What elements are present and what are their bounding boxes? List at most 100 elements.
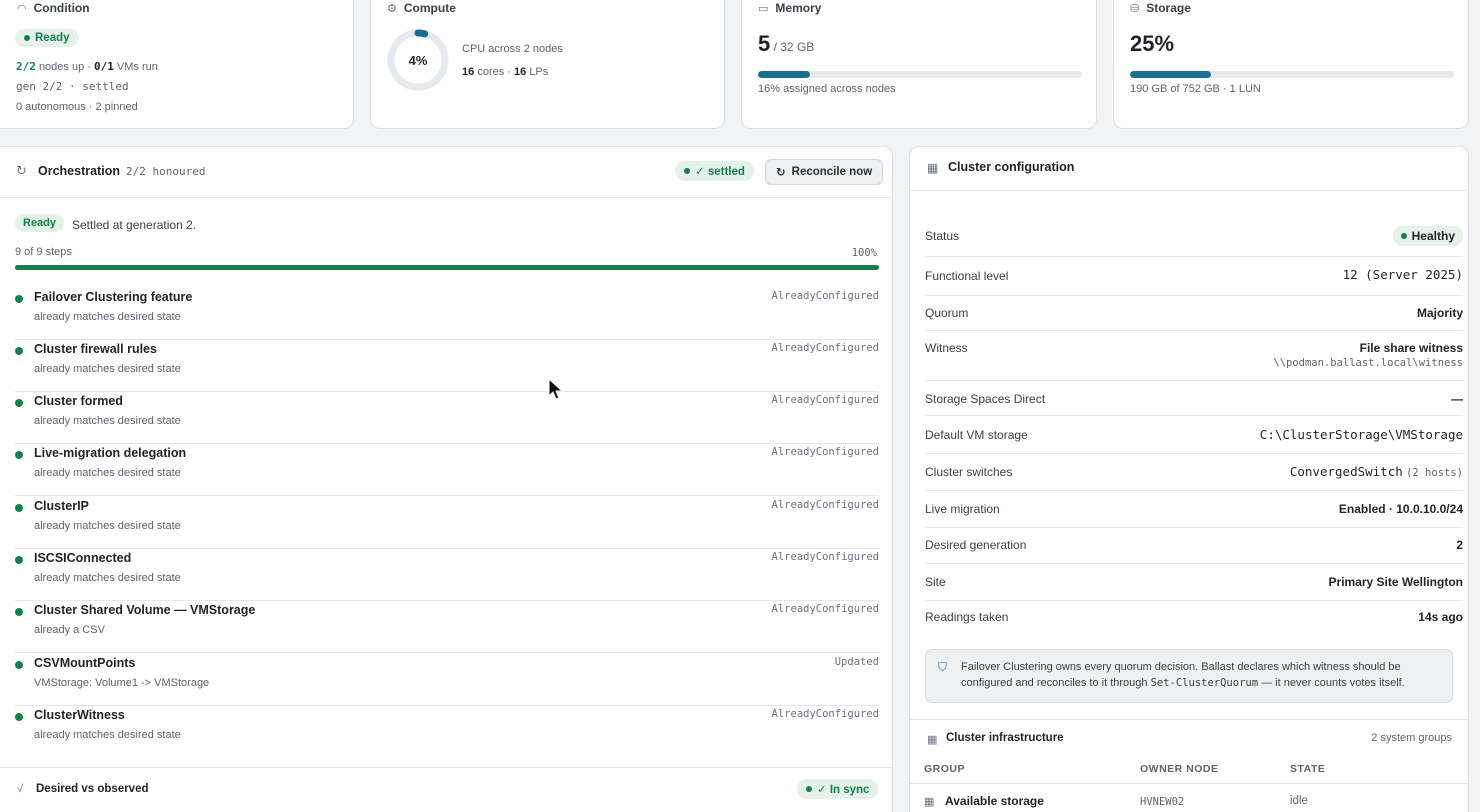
- switch-name: ConvergedSwitch: [1289, 464, 1403, 479]
- condition-card: ◠ Condition Ready 2/2 nodes up · 0/1 VMs…: [0, 0, 354, 129]
- database-icon: ⛁: [1130, 2, 1140, 15]
- shield-icon: ⛉: [938, 660, 948, 674]
- s2d-row: Storage Spaces Direct —: [925, 392, 1463, 416]
- step-status-dot-icon: [15, 661, 23, 669]
- storage-card: ⛁ Storage 25% 190 GB of 752 GB · 1 LUN: [1113, 0, 1469, 129]
- step-status-dot-icon: [15, 295, 23, 303]
- infra-table-header: GROUP OWNER NODE STATE: [910, 752, 1468, 784]
- default-vm-storage-row: Default VM storage C:\ClusterStorage\VMS…: [925, 427, 1463, 454]
- list-item[interactable]: ClusterIP already matches desired state Al…: [15, 497, 879, 549]
- step-status: AlreadyConfigured: [771, 342, 879, 354]
- reconcile-now-button[interactable]: ↻ Reconcile now: [765, 159, 884, 185]
- orchestration-title: Orchestration: [38, 164, 120, 178]
- live-migration-label: Live migration: [925, 502, 1000, 516]
- table-row[interactable]: ▦ Available storage HVNEW02 idle: [910, 784, 1468, 812]
- step-status: AlreadyConfigured: [771, 394, 879, 406]
- health-dot-icon: [1400, 233, 1407, 239]
- condition-title: Condition: [33, 1, 90, 15]
- step-description: VMStorage: Volume1 -> VMStorage: [34, 677, 210, 689]
- step-title: Cluster Shared Volume — VMStorage: [34, 603, 256, 617]
- switch-hosts: (2 hosts): [1406, 467, 1463, 479]
- step-title: CSVMountPoints: [34, 656, 136, 670]
- step-description: already matches desired state: [34, 729, 181, 741]
- functional-level-row: Functional level 12 (Server 2025): [925, 267, 1463, 296]
- ready-badge: Ready: [15, 214, 65, 232]
- cores-line: 16 cores · 16 LPs: [462, 66, 548, 78]
- list-item[interactable]: Cluster Shared Volume — VMStorage already…: [15, 601, 879, 653]
- cpu-percent-label: 4%: [409, 53, 428, 68]
- memory-value: 5: [758, 31, 771, 56]
- settled-badge: ✓ settled: [675, 161, 754, 181]
- witness-value: File share witness: [1359, 341, 1463, 355]
- list-item[interactable]: CSVMountPoints VMStorage: Volume1 -> VMSt…: [15, 654, 879, 706]
- step-status: AlreadyConfigured: [771, 499, 879, 511]
- cluster-infrastructure-title: Cluster infrastructure: [946, 732, 1064, 744]
- cluster-switches-label: Cluster switches: [925, 465, 1013, 479]
- step-title: Cluster formed: [34, 394, 123, 408]
- in-sync-dot-icon: [806, 786, 812, 792]
- list-item[interactable]: ISCSIConnected already matches desired st…: [15, 549, 879, 601]
- settled-text: Settled at generation: [72, 218, 183, 232]
- mouse-cursor-icon: [548, 378, 564, 400]
- list-item[interactable]: Failover Clustering feature already match…: [15, 288, 879, 340]
- site-label: Site: [925, 575, 946, 589]
- witness-row: Witness File share witness \\podman.ball…: [925, 341, 1463, 381]
- reconcile-icon: ↻: [776, 167, 786, 179]
- storage-bar: [1130, 71, 1454, 78]
- condition-status-text: Ready: [35, 32, 70, 44]
- quorum-info-note: ⛉ Failover Clustering owns every quorum …: [925, 649, 1453, 703]
- step-status: AlreadyConfigured: [771, 708, 879, 720]
- memory-bar-fill: [758, 71, 810, 78]
- desired-vs-observed-title: Desired vs observed: [36, 783, 149, 795]
- compute-title: Compute: [403, 1, 456, 15]
- cpu-donut-chart: 4%: [387, 29, 449, 91]
- desired-generation-value: 2: [1456, 538, 1463, 552]
- list-item[interactable]: Cluster formed already matches desired st…: [15, 392, 879, 444]
- nodes-line: 2/2 nodes up · 0/1 VMs run: [16, 60, 158, 73]
- memory-value-line: 5 / 32 GB: [758, 31, 814, 57]
- list-item[interactable]: ClusterWitness already matches desired st…: [15, 706, 879, 758]
- honoured-count: 2/2 honoured: [126, 165, 206, 178]
- live-migration-row: Live migration Enabled · 10.0.10.0/24: [925, 502, 1463, 528]
- functional-level-value: 12 (Server 2025): [1342, 267, 1463, 282]
- default-vm-storage-value: C:\ClusterStorage\VMStorage: [1259, 427, 1463, 442]
- system-groups-count: 2 system groups: [1371, 732, 1452, 744]
- readings-row: Readings taken 14s ago: [925, 610, 1463, 634]
- cluster-config-title: Cluster configuration: [948, 160, 1075, 174]
- vms-run-label: VMs run: [116, 61, 158, 73]
- settled-generation: 2.: [186, 218, 197, 232]
- list-item[interactable]: Cluster firewall rules already matches de…: [15, 340, 879, 392]
- nodes-up-value: 2/2: [16, 60, 36, 73]
- step-status-dot-icon: [15, 556, 23, 564]
- steps-progress-bar: [15, 265, 879, 270]
- step-status-dot-icon: [15, 608, 23, 616]
- step-status: Updated: [834, 656, 879, 668]
- group-icon: ▦: [924, 796, 935, 808]
- s2d-value: —: [1451, 392, 1463, 406]
- steps-progress-fill: [15, 265, 879, 270]
- step-description: already matches desired state: [34, 520, 181, 532]
- cluster-config-header: ▦ Cluster configuration: [910, 147, 1468, 191]
- cores-value: 16: [462, 66, 475, 78]
- note-text-post: — it never counts votes itself.: [1261, 677, 1405, 689]
- step-description: already matches desired state: [34, 363, 181, 375]
- group-state: idle: [1290, 795, 1308, 807]
- note-code: Set-ClusterQuorum: [1150, 677, 1259, 689]
- storage-value: 25%: [1130, 31, 1175, 56]
- functional-level-label: Functional level: [925, 269, 1009, 283]
- live-migration-value: Enabled · 10.0.10.0/24: [1338, 502, 1463, 516]
- step-status-dot-icon: [15, 399, 23, 407]
- readings-value: 14s ago: [1418, 610, 1463, 624]
- memory-caption: 16% assigned across nodes: [758, 83, 896, 95]
- list-item[interactable]: Live-migration delegation already matches…: [15, 444, 879, 496]
- step-description: already a CSV: [34, 624, 105, 636]
- cores-label: cores ·: [477, 66, 511, 78]
- readings-label: Readings taken: [925, 610, 1009, 624]
- step-title: ISCSIConnected: [34, 551, 132, 565]
- infra-grid-icon: ▦: [927, 734, 938, 746]
- step-title: ClusterWitness: [34, 708, 125, 722]
- settled-line: Settled at generation 2.: [72, 218, 196, 232]
- step-description: already matches desired state: [34, 311, 181, 323]
- vms-run-value: 0/1: [93, 60, 114, 73]
- step-title: Live-migration delegation: [34, 446, 187, 460]
